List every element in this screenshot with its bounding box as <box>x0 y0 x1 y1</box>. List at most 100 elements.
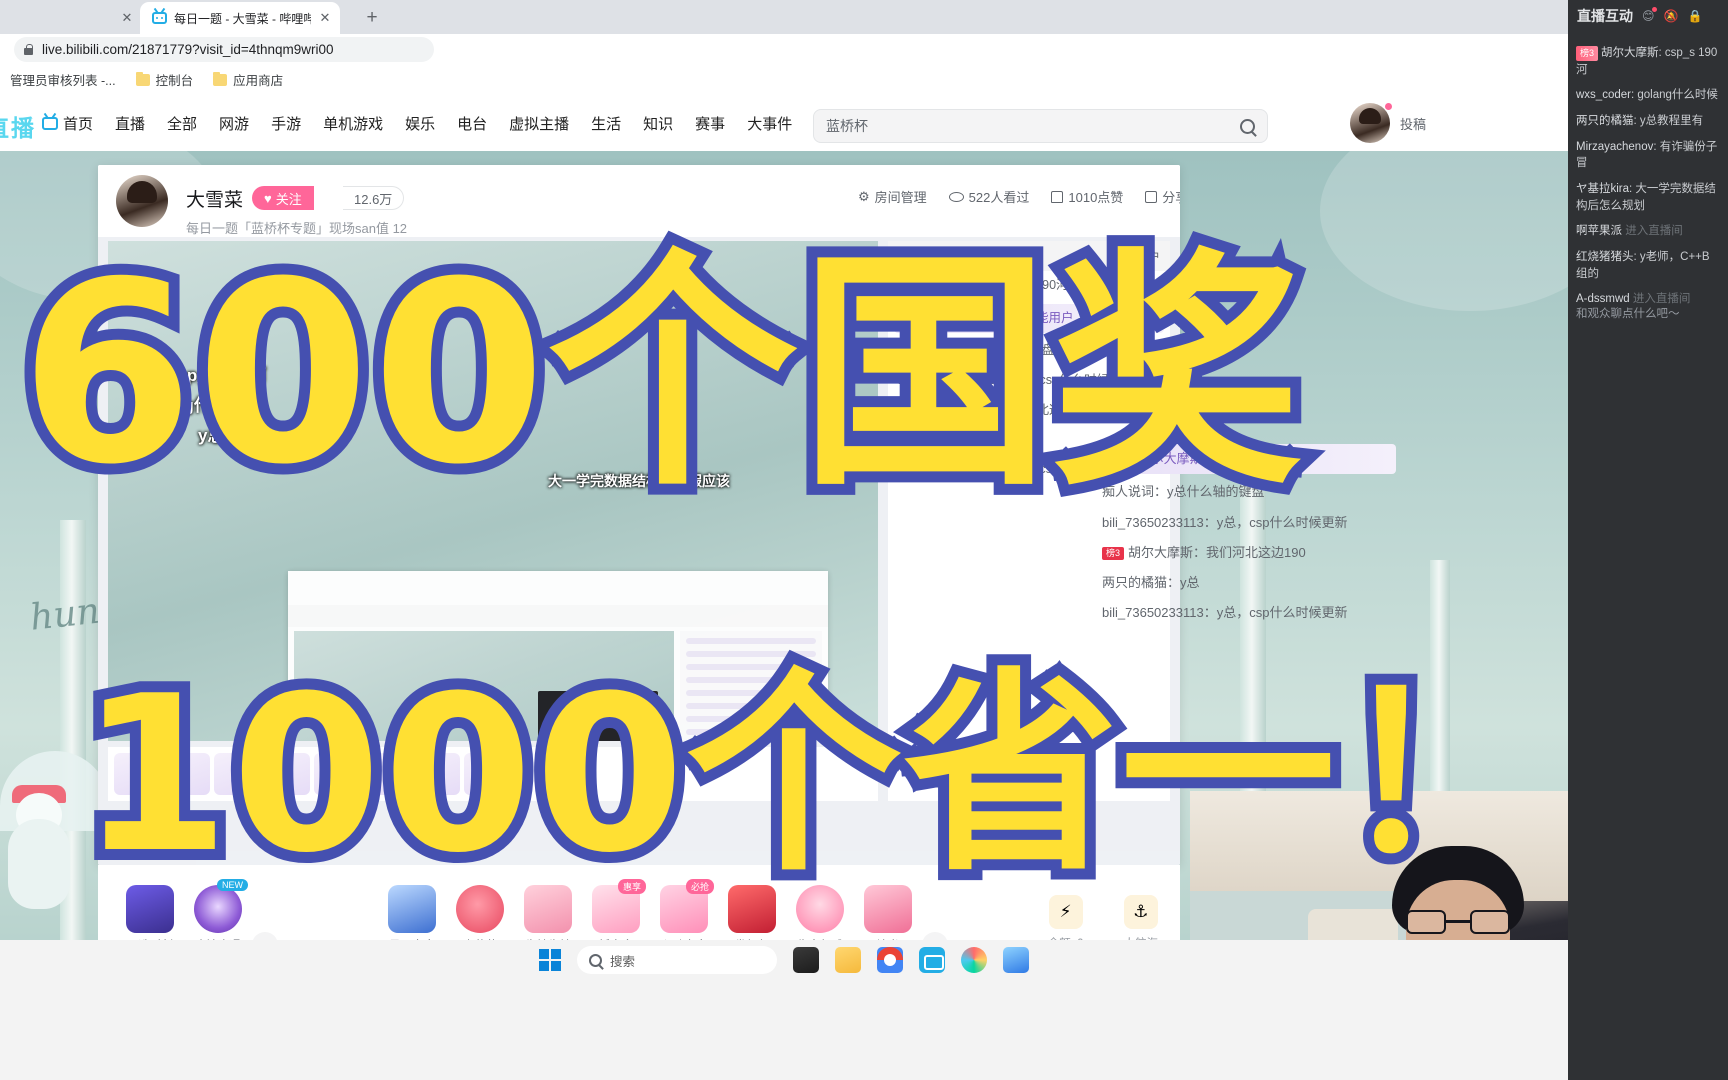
share-button[interactable]: 分享 <box>1145 187 1180 206</box>
panel-message: 两只的橘猫: y总教程里有 <box>1576 113 1720 130</box>
upload-link[interactable]: 投稿 <box>1400 114 1426 133</box>
barrage-text: golang什么时候 <box>138 396 262 415</box>
gift-chip[interactable] <box>114 753 160 795</box>
like-count[interactable]: 1010点赞 <box>1051 187 1123 206</box>
nav-item-singleplayer[interactable]: 单机游戏 <box>323 113 383 134</box>
chat-user[interactable]: bili_73650233113 <box>1102 605 1204 620</box>
close-icon[interactable]: ✕ <box>318 10 332 26</box>
gift-tag: NEW <box>217 879 248 891</box>
chat-user[interactable]: A-dssmwd <box>1576 293 1630 305</box>
bookmarks-bar: 管理员审核列表 -... 控制台 应用商店 <box>0 64 1568 95</box>
gift-icon <box>388 885 436 933</box>
bookmark-item[interactable]: 应用商店 <box>213 70 283 89</box>
browser-tab-active[interactable]: 每日一题 - 大雪菜 - 哔哩哔哩直 ✕ <box>140 2 340 34</box>
search-input[interactable]: 蓝桥杯 <box>813 109 1268 143</box>
bilibili-live-logo[interactable]: 直播 <box>0 109 36 143</box>
live-interaction-panel: 直播互动 😊 🔕 🔒 榜3 胡尔大摩斯: csp_s 190河 wxs_coder… <box>1568 0 1728 1080</box>
paint-icon[interactable] <box>961 947 987 973</box>
follower-count: 12.6万 <box>343 186 405 210</box>
screenshot-root: Wing ✕ 每日一题 - 大雪菜 - 哔哩哔哩直 ✕ + live.bilib… <box>0 0 1728 1080</box>
search-icon <box>589 953 602 967</box>
bookmark-item[interactable]: 控制台 <box>135 70 193 89</box>
taskbar-items: 搜索 <box>0 940 1568 980</box>
gift-chip[interactable] <box>414 753 460 795</box>
chat-user[interactable]: 红烧猪猪头 <box>1576 251 1634 263</box>
chat-user[interactable]: 胡尔大摩斯 <box>924 403 987 417</box>
folder-icon <box>213 71 228 86</box>
watcher-count: 522人看过 <box>948 187 1029 206</box>
chat-user[interactable]: wxs_coder <box>1576 89 1631 101</box>
room-manage-button[interactable]: ⚙ 房间管理 <box>858 187 927 206</box>
panel-message: 啊苹果派 进入直播间 <box>1576 223 1720 240</box>
nav-item-pcgame[interactable]: 网游 <box>219 113 249 134</box>
file-explorer-icon[interactable] <box>835 947 861 973</box>
chat-message: bili_73650233113：y总，csp什么时候更新 <box>898 372 1134 387</box>
follow-button[interactable]: ♥ 关注 <box>252 186 314 210</box>
barrage-text: 大一学完数据结构，暑假应该 <box>548 473 730 489</box>
nav-item-esports[interactable]: 赛事 <box>695 113 725 134</box>
chat-input-placeholder[interactable]: 和观众聊点什么吧～ <box>1568 305 1728 321</box>
gift-chip[interactable] <box>364 753 410 795</box>
chat-user[interactable]: 两只的橘猫 <box>898 432 961 446</box>
chat-user[interactable]: 痴人说词 <box>1102 484 1154 499</box>
emoji-icon[interactable]: 😊 <box>1642 7 1657 23</box>
chat-user[interactable]: 胡尔大摩斯 <box>1128 545 1193 560</box>
tab-strip: Wing ✕ 每日一题 - 大雪菜 - 哔哩哔哩直 ✕ + <box>0 0 1568 34</box>
nav-item-events[interactable]: 大事件 <box>747 113 792 134</box>
nested-gift-bar <box>108 747 878 801</box>
gift-tag: 必抢 <box>685 879 714 894</box>
chat-user[interactable]: 痴人说词 <box>898 343 948 357</box>
chat-user[interactable]: 啊苹果派 <box>1576 225 1622 237</box>
gift-icon <box>194 885 242 933</box>
folder-icon <box>135 71 150 86</box>
bell-off-icon[interactable]: 🔕 <box>1664 9 1679 23</box>
new-tab-button[interactable]: + <box>360 7 384 31</box>
nav-item-knowledge[interactable]: 知识 <box>643 113 673 134</box>
panel-title: 直播互动 <box>1577 8 1633 24</box>
search-icon[interactable] <box>1240 118 1255 134</box>
gift-chip[interactable] <box>314 753 360 795</box>
chat-user[interactable]: bili_73650233113 <box>898 462 996 476</box>
browser-tab-inactive[interactable]: Wing ✕ <box>0 2 142 34</box>
streamer-avatar[interactable] <box>116 175 168 227</box>
gift-chip[interactable] <box>464 753 510 795</box>
avatar[interactable] <box>1350 103 1390 143</box>
nav-item-mobilegame[interactable]: 手游 <box>271 113 301 134</box>
nav-item-all[interactable]: 全部 <box>167 113 197 134</box>
nested-video-player[interactable]: csp_s 190河 golang什么时候 y总教程里 有诈 客服退款的 大一学… <box>108 241 878 741</box>
chat-user[interactable]: 两只的橘猫 <box>1576 115 1634 127</box>
chat-user[interactable]: ヤ基拉kira <box>1576 183 1629 195</box>
gift-chip[interactable] <box>164 753 210 795</box>
chat-user[interactable]: 胡尔大摩斯 <box>924 278 987 292</box>
chat-user[interactable]: bili_73650233113 <box>898 373 996 387</box>
nested-chat-title: 直播互动 <box>898 249 947 264</box>
chat-user[interactable]: bili_73650233113 <box>1102 515 1204 530</box>
bilibili-icon[interactable] <box>919 947 945 973</box>
chat-user[interactable]: Mirzayachenov <box>1576 141 1653 153</box>
chat-user[interactable]: 两只的橘猫 <box>1102 575 1167 590</box>
url-bar-row: live.bilibili.com/21871779?visit_id=4thn… <box>0 34 1568 64</box>
lock-icon[interactable]: 🔒 <box>1687 9 1702 23</box>
nested-windows-taskbar <box>196 851 1180 865</box>
chrome-icon[interactable] <box>877 947 903 973</box>
chat-user[interactable]: 胡尔大摩斯 <box>1601 47 1659 59</box>
close-icon[interactable]: ✕ <box>120 10 134 26</box>
nav-item-live[interactable]: 直播 <box>115 113 145 134</box>
gift-chip[interactable] <box>264 753 310 795</box>
chat-message: 榜3 胡尔大摩斯：我们河北这边190 <box>888 396 1170 426</box>
nav-item-home[interactable]: 首页 <box>42 113 93 134</box>
taskbar-search-input[interactable]: 搜索 <box>577 946 777 974</box>
photos-icon[interactable] <box>1003 947 1029 973</box>
nav-item-entertainment[interactable]: 娱乐 <box>405 113 435 134</box>
bookmark-item[interactable]: 管理员审核列表 -... <box>10 70 116 89</box>
barrage-text: y总教程里 <box>198 426 276 445</box>
gift-chip[interactable] <box>214 753 260 795</box>
rank-badge: 榜3 <box>898 403 921 417</box>
task-view-icon[interactable] <box>793 947 819 973</box>
nav-item-radio[interactable]: 电台 <box>457 113 487 134</box>
nav-item-life[interactable]: 生活 <box>591 113 621 134</box>
address-bar[interactable]: live.bilibili.com/21871779?visit_id=4thn… <box>14 37 434 62</box>
nav-item-vtuber[interactable]: 虚拟主播 <box>509 113 569 134</box>
chat-message: 榜3 胡尔大摩斯：我们河北这边190 <box>1092 538 1402 568</box>
start-menu-icon[interactable] <box>539 949 561 971</box>
